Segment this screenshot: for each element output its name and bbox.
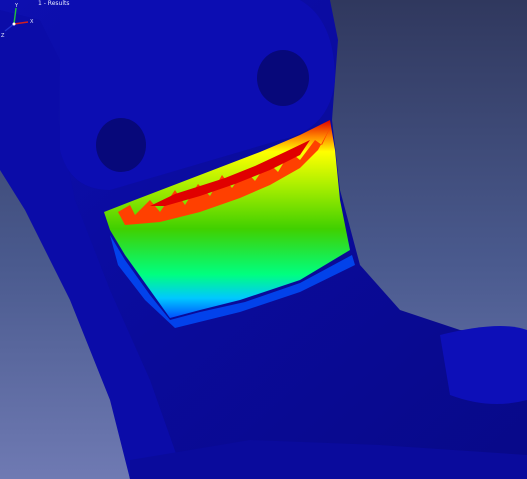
x-axis-line bbox=[13, 21, 29, 25]
axis-triad: X Y Z bbox=[1, 3, 34, 39]
bracket-boss bbox=[440, 326, 527, 404]
y-axis-line bbox=[13, 7, 17, 25]
fea-model bbox=[0, 0, 527, 479]
bolt-hole bbox=[257, 50, 309, 106]
window-title: 1 - Results bbox=[38, 0, 70, 7]
x-axis-label: X bbox=[30, 19, 34, 25]
y-axis-label: Y bbox=[14, 3, 19, 9]
bolt-hole bbox=[96, 118, 146, 172]
triad-origin bbox=[12, 22, 16, 26]
results-viewport[interactable]: 1 - Results X Y Z bbox=[0, 0, 527, 479]
z-axis-label: Z bbox=[1, 33, 5, 39]
z-axis-line bbox=[4, 23, 15, 32]
